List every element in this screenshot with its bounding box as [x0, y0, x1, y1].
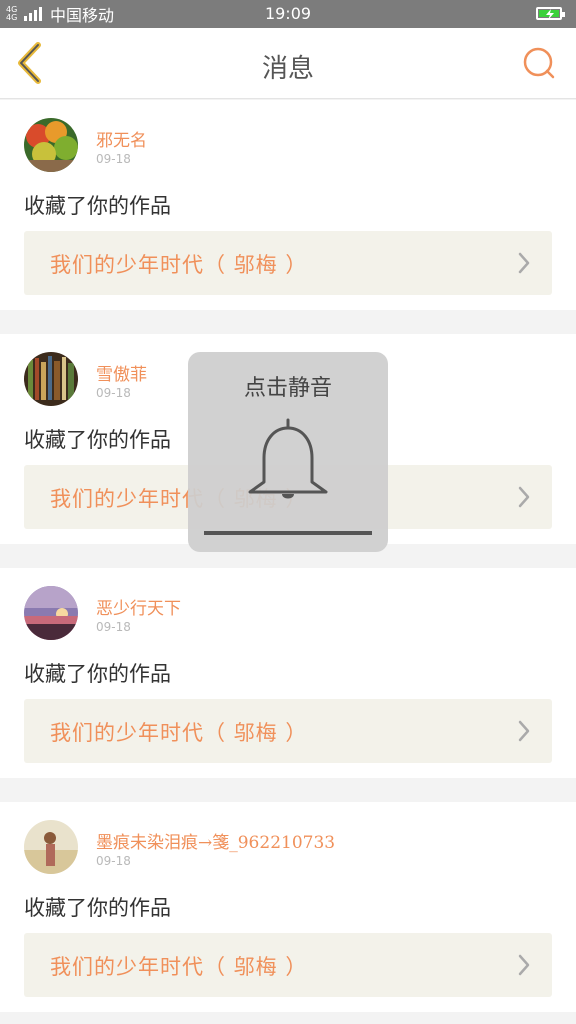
chevron-right-icon — [518, 486, 530, 508]
message-action: 收藏了你的作品 — [24, 428, 171, 452]
work-link[interactable]: 我们的少年时代（ 邬梅 ） — [24, 699, 552, 763]
work-title: 我们的少年时代（ 邬梅 ） — [50, 955, 308, 979]
header: 消息 — [0, 28, 576, 99]
message-action: 收藏了你的作品 — [24, 896, 171, 920]
message-date: 09-18 — [96, 386, 131, 400]
chevron-right-icon — [518, 252, 530, 274]
work-title: 我们的少年时代（ 邬梅 ） — [50, 721, 308, 745]
work-link[interactable]: 我们的少年时代（ 邬梅 ） — [24, 231, 552, 295]
search-button[interactable] — [520, 44, 558, 82]
message-item[interactable]: 邪无名 09-18 收藏了你的作品 我们的少年时代（ 邬梅 ） — [0, 100, 576, 310]
chevron-right-icon — [518, 954, 530, 976]
volume-bar — [204, 531, 372, 535]
avatar[interactable] — [24, 586, 78, 640]
chevron-right-icon — [518, 720, 530, 742]
status-time: 19:09 — [264, 4, 312, 23]
bell-icon — [248, 418, 328, 499]
message-date: 09-18 — [96, 854, 131, 868]
message-date: 09-18 — [96, 152, 131, 166]
avatar[interactable] — [24, 820, 78, 874]
message-action: 收藏了你的作品 — [24, 662, 171, 686]
avatar[interactable] — [24, 352, 78, 406]
work-title: 我们的少年时代（ 邬梅 ） — [50, 253, 308, 277]
user-name[interactable]: 恶少行天下 — [96, 594, 181, 619]
user-name[interactable]: 墨痕未染泪痕→箋_962210733 — [96, 828, 335, 853]
mute-toast[interactable]: 点击静音 — [188, 352, 388, 552]
battery-icon — [536, 7, 565, 20]
mute-label: 点击静音 — [243, 376, 332, 401]
user-name[interactable]: 邪无名 — [96, 126, 147, 151]
message-item[interactable]: 恶少行天下 09-18 收藏了你的作品 我们的少年时代（ 邬梅 ） — [0, 568, 576, 778]
search-icon — [523, 47, 555, 79]
message-item[interactable]: 墨痕未染泪痕→箋_962210733 09-18 收藏了你的作品 我们的少年时代… — [0, 802, 576, 1012]
user-name[interactable]: 雪傲菲 — [96, 360, 147, 385]
message-date: 09-18 — [96, 620, 131, 634]
page-title: 消息 — [261, 54, 314, 84]
work-link[interactable]: 我们的少年时代（ 邬梅 ） — [24, 933, 552, 997]
avatar[interactable] — [24, 118, 78, 172]
message-action: 收藏了你的作品 — [24, 194, 171, 218]
status-bar: 4G 4G 中国移动 19:09 — [0, 0, 576, 28]
